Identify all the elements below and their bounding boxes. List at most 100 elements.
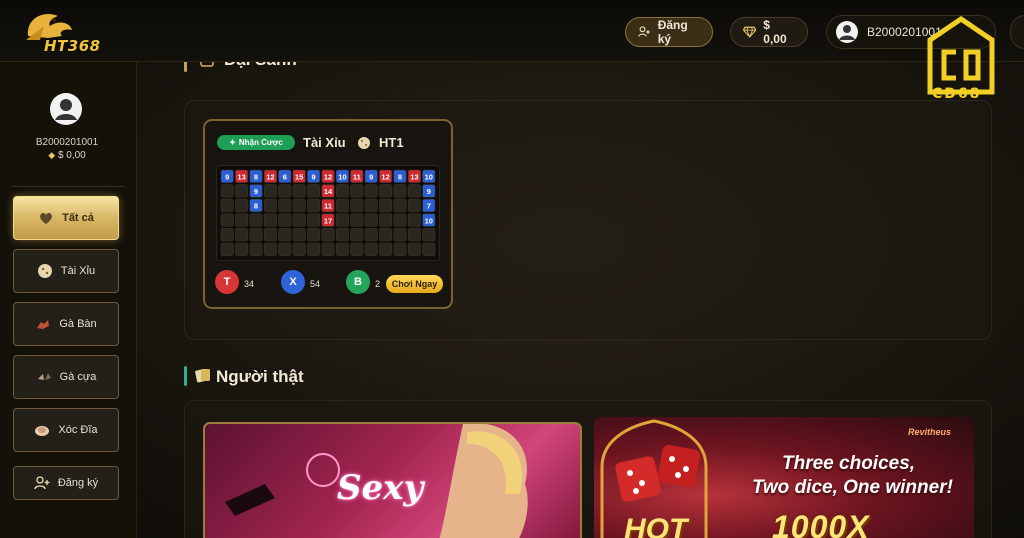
road-cell-empty [235, 242, 249, 256]
score-count: 34 [244, 279, 255, 289]
chevron-down-icon[interactable] [1010, 15, 1024, 49]
road-cell-empty [350, 184, 364, 198]
road-cell-value: 11 [353, 173, 361, 182]
road-cell-empty [335, 198, 349, 213]
score-letter: T [223, 276, 231, 288]
road-cell-empty [422, 242, 436, 256]
score-x: X [281, 270, 305, 294]
road-cell-empty [393, 228, 407, 242]
sidebar-balance: ◆ $ 0,00 [0, 150, 134, 161]
dice-promo-banner[interactable]: Revitheus Three choices, Two dice, One w… [594, 417, 974, 538]
road-cell-empty [393, 198, 407, 213]
status-label: Nhận Cược [238, 138, 283, 147]
road-cell-value: 10 [425, 173, 433, 182]
sidebar-item-ga-cua[interactable]: Gà cựa [13, 355, 119, 399]
road-cell-empty [220, 213, 234, 227]
play-now-button[interactable]: Chơi Ngay [386, 275, 443, 293]
road-cell-empty [407, 242, 421, 256]
balance-button[interactable]: $ 0,00 [730, 17, 808, 47]
avatar-icon[interactable] [49, 92, 83, 126]
add-user-icon [34, 476, 50, 490]
road-cell-value: 9 [225, 173, 229, 182]
cockfight-icon [37, 373, 51, 380]
road-cell-empty [335, 213, 349, 227]
road-cell-empty [278, 228, 292, 242]
road-cell-value: 9 [312, 173, 316, 182]
game-name: Tài Xỉu [303, 135, 346, 150]
score-letter: X [289, 276, 297, 288]
add-user-icon [638, 26, 650, 37]
diamond-icon [743, 26, 757, 38]
road-cell-empty [263, 213, 277, 227]
sidebar-item-tai-xiu[interactable]: Tài Xỉu [13, 249, 119, 293]
sidebar-item-ga-ban[interactable]: Gà Bàn [13, 302, 119, 346]
road-cell-empty [350, 242, 364, 256]
road-cell-value: 12 [324, 173, 332, 182]
table-name: HT1 [379, 135, 404, 150]
sidebar-item-label: Gà cựa [59, 371, 97, 383]
road-cell-empty [307, 213, 321, 227]
road-cell-value: 10 [338, 173, 346, 182]
road-cell-empty [292, 228, 306, 242]
sexy-logo-text: Sexy [337, 468, 424, 508]
sidebar: B2000201001 ◆ $ 0,00 Tất cả Tài Xỉu Gà B… [0, 62, 137, 538]
road-cell-empty [393, 184, 407, 198]
road-cell-value: 6 [283, 173, 287, 182]
sidebar-register-button[interactable]: Đăng ký [13, 466, 119, 500]
balance-amount: $ 0,00 [763, 18, 787, 46]
section-marker [184, 366, 187, 386]
sidebar-divider [12, 186, 124, 187]
live-title: Người thật [216, 367, 304, 386]
road-cell-value: 10 [425, 216, 433, 225]
road-cell-empty [235, 213, 249, 227]
dice-icon [37, 264, 52, 278]
register-label: Đăng ký [657, 18, 688, 46]
road-cell-empty [278, 242, 292, 256]
tai-xiu-card[interactable]: ✦ Nhận Cược Tài Xỉu HT1 9 13 8 9 8 12 6 15 9 12 14… [203, 119, 453, 309]
sidebar-item-label: Gà Bàn [59, 318, 97, 330]
road-cell-empty [292, 184, 306, 198]
road-cell-value: 8 [254, 202, 258, 211]
road-cell-empty [292, 213, 306, 227]
sidebar-item-label: Tất cả [62, 212, 94, 224]
road-cell-empty [407, 213, 421, 227]
sidebar-item-label: Xóc Đĩa [58, 424, 98, 436]
road-cell-empty [379, 213, 393, 227]
road-cell-empty [364, 213, 378, 227]
road-cell-empty [379, 228, 393, 242]
road-cell-empty [350, 228, 364, 242]
road-cell-empty [335, 228, 349, 242]
road-cell-empty [407, 228, 421, 242]
promo-line-2: Two dice, One winner! [752, 477, 953, 498]
status-badge: ✦ Nhận Cược [217, 135, 295, 150]
road-cell-empty [307, 184, 321, 198]
sidebar-balance-amount: $ 0,00 [57, 150, 86, 161]
road-cell-empty [422, 228, 436, 242]
road-cell-empty [307, 242, 321, 256]
sidebar-item-all[interactable]: Tất cả [13, 196, 119, 240]
register-button[interactable]: Đăng ký [625, 17, 713, 47]
road-cell-value: 9 [254, 187, 258, 196]
road-cell-empty [335, 242, 349, 256]
road-cell-empty [379, 242, 393, 256]
road-cell-empty [263, 228, 277, 242]
avatar-icon [836, 21, 858, 43]
road-cell-value: 12 [381, 173, 389, 182]
promo-line-1: Three choices, [782, 453, 916, 474]
road-cell-value: 13 [237, 173, 245, 182]
top-header: HT368 Đăng ký $ 0,00 B2000201001 [0, 0, 1024, 62]
road-cell-empty [249, 228, 263, 242]
road-cell-empty [235, 198, 249, 213]
road-cell-empty [393, 213, 407, 227]
diamond-icon: ◆ [48, 150, 56, 160]
sexy-banner[interactable]: Sexy [203, 422, 582, 538]
road-cell-empty [292, 242, 306, 256]
road-cell-empty [278, 184, 292, 198]
road-cell-empty [235, 228, 249, 242]
score-b: B [346, 270, 370, 294]
score-count: 2 [375, 279, 381, 289]
road-cell-value: 7 [427, 202, 431, 211]
hot-label: HOT [624, 513, 688, 538]
road-cell-empty [278, 198, 292, 213]
sidebar-item-xoc-dia[interactable]: Xóc Đĩa [13, 408, 119, 452]
